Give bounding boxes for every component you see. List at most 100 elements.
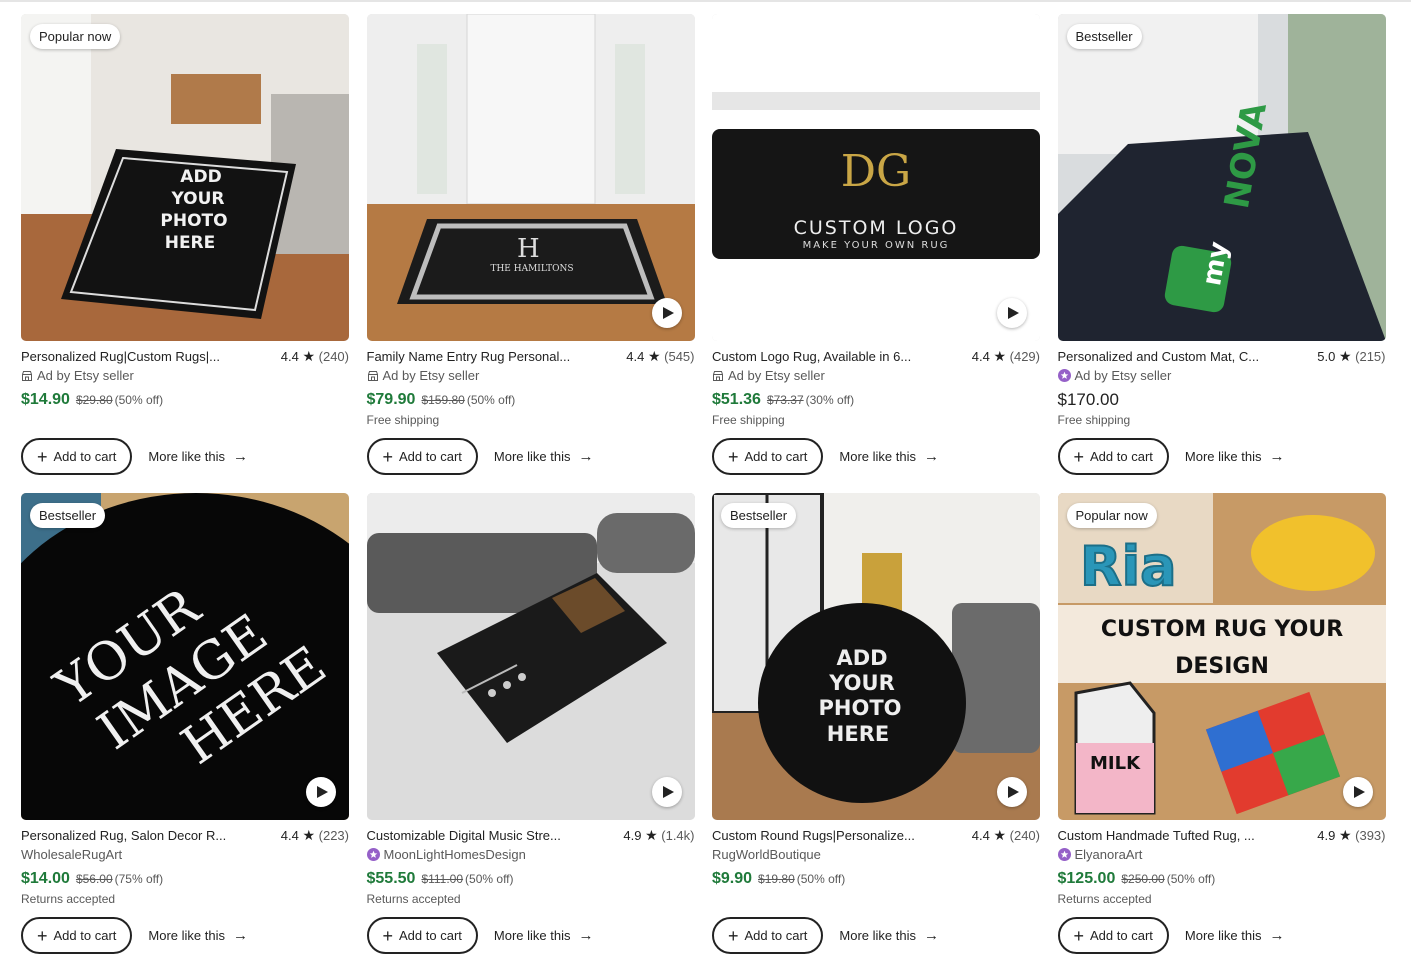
discount: (50% off): [114, 393, 164, 407]
seller-line: WholesaleRugArt: [21, 846, 349, 863]
rating: 4.4 ★ (545): [626, 348, 695, 364]
arrow-right-icon: →: [923, 448, 939, 465]
listing-title[interactable]: Personalized Rug|Custom Rugs|...: [21, 348, 220, 365]
add-to-cart-button[interactable]: + Add to cart: [712, 438, 824, 475]
original-price: $29.80: [75, 393, 113, 407]
seller-name: Ad by Etsy seller: [1074, 368, 1172, 383]
rating: 4.4 ★ (240): [280, 348, 349, 364]
top-divider: [0, 0, 1411, 2]
shop-icon: [367, 370, 378, 381]
svg-text:PHOTO: PHOTO: [160, 211, 227, 231]
more-like-this-link[interactable]: More like this →: [494, 927, 594, 944]
sale-price: $79.90: [366, 391, 416, 408]
seller-name[interactable]: ElyanoraArt: [1075, 846, 1143, 863]
add-to-cart-button[interactable]: + Add to cart: [21, 917, 133, 954]
add-to-cart-button[interactable]: + Add to cart: [712, 917, 824, 954]
price-row: $9.90 $19.80 (50% off): [712, 869, 1040, 889]
add-to-cart-button[interactable]: + Add to cart: [366, 917, 478, 954]
add-to-cart-button[interactable]: + Add to cart: [21, 438, 133, 475]
listing-image[interactable]: ADD YOUR PHOTO HERE Popular now: [21, 14, 349, 341]
price-row: $14.90 $29.80 (50% off): [21, 390, 349, 410]
seller-name[interactable]: WholesaleRugArt: [21, 846, 122, 863]
play-video-button[interactable]: [997, 777, 1027, 807]
discount: (50% off): [465, 872, 514, 886]
plus-icon: +: [728, 925, 739, 946]
listing-title[interactable]: Custom Round Rugs|Personalize...: [712, 827, 915, 844]
listing-card[interactable]: Customizable Digital Music Stre... 4.9 ★…: [366, 493, 695, 966]
add-to-cart-button[interactable]: + Add to cart: [1057, 917, 1169, 954]
listing-card[interactable]: H THE HAMILTONS Family Name Entry Rug Pe…: [366, 14, 695, 493]
original-price: $56.00: [75, 872, 113, 886]
more-like-this-link[interactable]: More like this →: [494, 448, 594, 465]
rug-photo-image: H THE HAMILTONS: [366, 14, 695, 341]
listing-image[interactable]: [366, 493, 695, 820]
seller-name[interactable]: MoonLightHomesDesign: [384, 846, 526, 863]
svg-text:HERE: HERE: [165, 233, 216, 253]
rating: 5.0 ★ (215): [1317, 348, 1386, 364]
play-video-button[interactable]: [651, 777, 682, 807]
more-like-this-link[interactable]: More like this →: [839, 927, 939, 944]
star-seller-icon: [366, 848, 380, 861]
more-like-this-link[interactable]: More like this →: [1185, 927, 1285, 944]
arrow-right-icon: →: [578, 927, 594, 944]
badge-bestseller: Bestseller: [721, 503, 797, 528]
shop-icon: [713, 370, 723, 381]
listing-image[interactable]: DG CUSTOM LOGO MAKE YOUR OWN RUG: [712, 14, 1040, 341]
rug-photo-image: ADD YOUR PHOTO HERE: [712, 493, 1040, 820]
listing-card[interactable]: Ria CUSTOM RUG YOUR DESIGN MILK Popular …: [1057, 493, 1386, 966]
listing-note: [712, 892, 1040, 907]
play-video-button[interactable]: [651, 298, 682, 328]
play-icon: [317, 786, 328, 798]
svg-text:HERE: HERE: [827, 722, 889, 746]
listing-card[interactable]: YOUR IMAGE HERE Bestseller Personalized …: [21, 493, 349, 966]
add-to-cart-button[interactable]: + Add to cart: [1057, 438, 1169, 475]
sale-price: $55.50: [366, 870, 416, 887]
rating: 4.4 ★ (223): [280, 827, 349, 843]
listing-image[interactable]: YOUR IMAGE HERE Bestseller: [21, 493, 349, 820]
listing-image[interactable]: ADD YOUR PHOTO HERE Bestseller: [712, 493, 1040, 820]
play-video-button[interactable]: [1342, 777, 1373, 807]
listing-grid: ADD YOUR PHOTO HERE Popular now Personal…: [21, 14, 1386, 966]
svg-text:CUSTOM LOGO: CUSTOM LOGO: [794, 217, 959, 239]
listing-image[interactable]: my NOVA Bestseller: [1057, 14, 1386, 341]
listing-note: Free shipping: [366, 413, 440, 427]
arrow-right-icon: →: [1269, 448, 1285, 465]
play-video-button[interactable]: [997, 298, 1027, 328]
play-video-button[interactable]: [306, 777, 336, 807]
more-like-this-link[interactable]: More like this →: [148, 448, 248, 465]
listing-title[interactable]: Personalized Rug, Salon Decor R...: [21, 827, 226, 844]
listing-title[interactable]: Family Name Entry Rug Personal...: [367, 348, 571, 365]
listing-title[interactable]: Custom Logo Rug, Available in 6...: [712, 348, 911, 365]
badge-bestseller: Bestseller: [30, 503, 106, 528]
original-price: $111.00: [421, 872, 464, 886]
rug-photo-image: ADD YOUR PHOTO HERE: [21, 14, 349, 341]
shop-icon: [22, 370, 32, 381]
seller-line: Ad by Etsy seller: [1057, 367, 1386, 384]
listing-card[interactable]: ADD YOUR PHOTO HERE Popular now Personal…: [21, 14, 349, 493]
price-row: $79.90 $159.80 (50% off): [367, 390, 695, 410]
plus-icon: +: [1073, 446, 1085, 467]
listing-title[interactable]: Custom Handmade Tufted Rug, ...: [1058, 827, 1255, 844]
listing-image[interactable]: H THE HAMILTONS: [366, 14, 695, 341]
price-row: $125.00 $250.00 (50% off): [1058, 869, 1386, 889]
more-like-this-link[interactable]: More like this →: [1185, 448, 1285, 465]
rug-photo-image: YOUR IMAGE HERE: [21, 493, 349, 820]
more-like-this-link[interactable]: More like this →: [839, 448, 939, 465]
star-icon: ★: [302, 348, 316, 364]
more-like-this-link[interactable]: More like this →: [148, 927, 248, 944]
plus-icon: +: [728, 446, 739, 467]
listing-title[interactable]: Personalized and Custom Mat, C...: [1058, 348, 1260, 365]
listing-title[interactable]: Customizable Digital Music Stre...: [367, 827, 561, 844]
listing-card[interactable]: my NOVA Bestseller Personalized and Cust…: [1057, 14, 1386, 493]
plus-icon: +: [382, 446, 394, 467]
listing-image[interactable]: Ria CUSTOM RUG YOUR DESIGN MILK Popular …: [1057, 493, 1386, 820]
listing-card[interactable]: DG CUSTOM LOGO MAKE YOUR OWN RUG Custom …: [712, 14, 1040, 493]
add-to-cart-button[interactable]: + Add to cart: [366, 438, 478, 475]
star-icon: ★: [1338, 827, 1352, 843]
discount: (50% off): [466, 393, 516, 407]
listing-card[interactable]: ADD YOUR PHOTO HERE Bestseller Custom Ro…: [712, 493, 1040, 966]
sale-price: $125.00: [1057, 870, 1116, 887]
seller-name[interactable]: RugWorldBoutique: [712, 846, 821, 863]
rating: 4.9 ★ (1.4k): [623, 827, 695, 843]
badge-popular-now: Popular now: [30, 24, 121, 49]
